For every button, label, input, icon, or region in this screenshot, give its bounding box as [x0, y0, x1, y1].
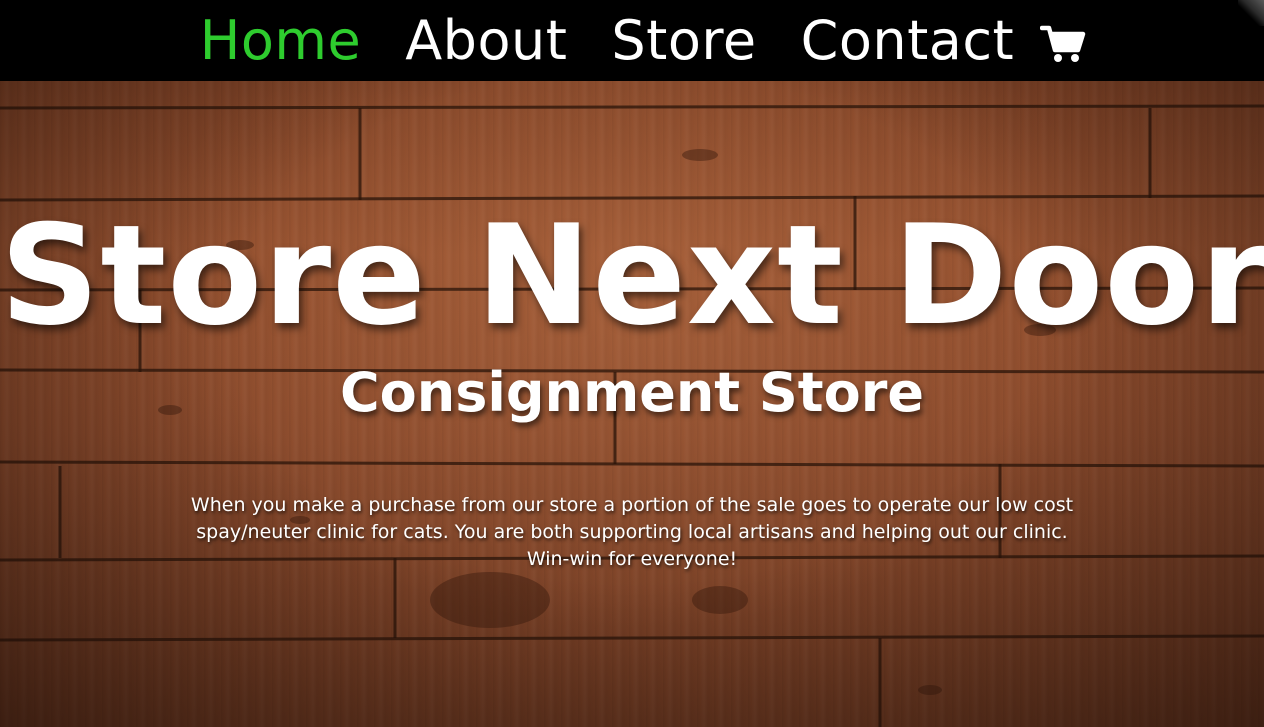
nav-link-store[interactable]: Store: [589, 0, 778, 81]
top-navigation-bar: Home About Store Contact: [0, 0, 1264, 81]
nav-link-home[interactable]: Home: [178, 0, 383, 81]
nav-corner-fold: [1238, 0, 1264, 26]
hero-title: Store Next Door: [0, 195, 1264, 356]
nav-link-about[interactable]: About: [383, 0, 589, 81]
shopping-cart-icon-graphic: [1039, 25, 1086, 62]
shopping-cart-icon[interactable]: [1039, 24, 1086, 64]
page: Home About Store Contact Store Next Door…: [0, 0, 1264, 727]
hero-subtitle: Consignment Store: [340, 361, 924, 424]
hero-description: When you make a purchase from our store …: [190, 494, 1074, 570]
nav-link-contact[interactable]: Contact: [779, 0, 1037, 81]
